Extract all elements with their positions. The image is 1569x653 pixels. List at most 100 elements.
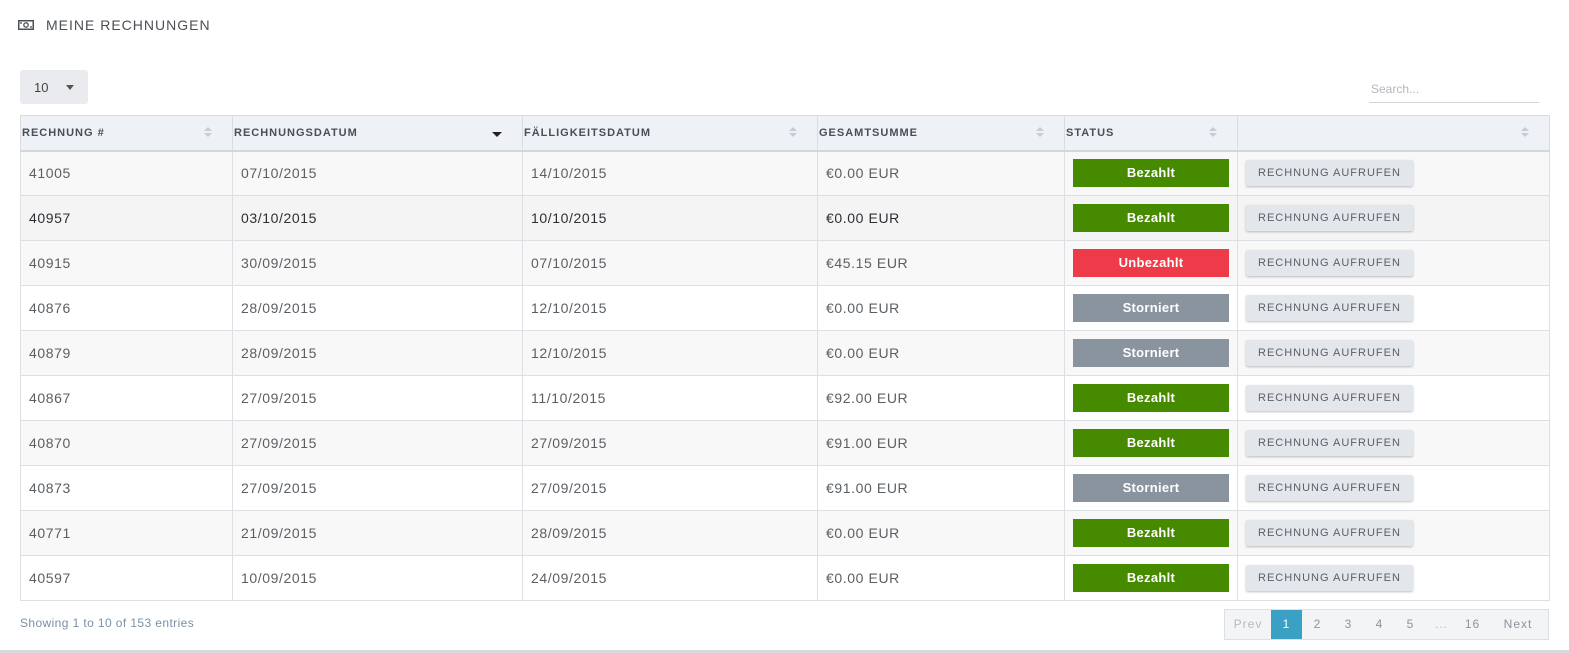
due-date: 12/10/2015 [531, 345, 608, 361]
view-invoice-button[interactable]: RECHNUNG AUFRUFEN [1246, 250, 1413, 276]
pagination-page[interactable]: 16 [1457, 610, 1488, 639]
action-cell: RECHNUNG AUFRUFEN [1237, 510, 1550, 556]
invoice-total: €91.00 EUR [826, 435, 909, 451]
sort-icon [1036, 127, 1044, 139]
view-invoice-button[interactable]: RECHNUNG AUFRUFEN [1246, 385, 1413, 411]
status-badge: Bezahlt [1073, 204, 1229, 232]
status-cell: Unbezahlt [1064, 240, 1238, 286]
invoice-number: 40867 [29, 390, 71, 406]
page-length-select[interactable]: 10 [20, 70, 88, 104]
invoice-date: 28/09/2015 [241, 345, 318, 361]
column-label: STATUS [1066, 126, 1115, 139]
view-invoice-button[interactable]: RECHNUNG AUFRUFEN [1246, 520, 1413, 546]
invoice-number-cell: 40957 [20, 195, 233, 241]
invoice-date-cell: 07/10/2015 [232, 150, 523, 196]
view-invoice-button[interactable]: RECHNUNG AUFRUFEN [1246, 340, 1413, 366]
column-label: RECHNUNGSDATUM [234, 126, 358, 139]
status-badge: Bezahlt [1073, 429, 1229, 457]
pagination-page[interactable]: 4 [1364, 610, 1395, 639]
invoice-number: 40957 [29, 210, 71, 226]
view-invoice-button[interactable]: RECHNUNG AUFRUFEN [1246, 430, 1413, 456]
table-row: 40873 27/09/2015 27/09/2015 €91.00 EUR Storn… [20, 465, 1550, 511]
status-badge: Storniert [1073, 339, 1229, 367]
due-date-cell: 27/09/2015 [522, 420, 818, 466]
pagination-page[interactable]: 1 [1271, 610, 1302, 639]
due-date-cell: 12/10/2015 [522, 330, 818, 376]
search-input[interactable] [1369, 77, 1539, 101]
invoice-date: 07/10/2015 [241, 165, 318, 182]
column-header-invoice-date[interactable]: RECHNUNGSDATUM [232, 115, 523, 152]
column-header-invoice-number[interactable]: RECHNUNG # [20, 115, 233, 152]
view-invoice-button[interactable]: RECHNUNG AUFRUFEN [1246, 160, 1413, 187]
action-cell: RECHNUNG AUFRUFEN [1237, 420, 1550, 466]
invoice-date: 30/09/2015 [241, 255, 318, 271]
invoice-date-cell: 10/09/2015 [232, 555, 523, 601]
action-cell: RECHNUNG AUFRUFEN [1237, 240, 1550, 286]
table-row: 40867 27/09/2015 11/10/2015 €92.00 EUR Bezah… [20, 375, 1550, 421]
status-badge: Bezahlt [1073, 564, 1229, 592]
invoice-date: 28/09/2015 [241, 300, 318, 316]
invoice-total: €0.00 EUR [826, 570, 900, 586]
column-header-due-date[interactable]: FÄLLIGKEITSDATUM [522, 115, 818, 152]
action-cell: RECHNUNG AUFRUFEN [1237, 555, 1550, 601]
total-cell: €45.15 EUR [817, 240, 1065, 286]
view-invoice-button[interactable]: RECHNUNG AUFRUFEN [1246, 205, 1413, 231]
action-cell: RECHNUNG AUFRUFEN [1237, 195, 1550, 241]
status-badge: Storniert [1073, 474, 1229, 502]
due-date: 10/10/2015 [531, 210, 608, 226]
invoices-table: RECHNUNG # RECHNUNGSDATUM FÄLLIGKEITSDAT… [20, 115, 1550, 601]
total-cell: €0.00 EUR [817, 195, 1065, 241]
invoice-number: 40771 [29, 525, 71, 541]
total-cell: €0.00 EUR [817, 150, 1065, 196]
search-box [1369, 77, 1539, 103]
invoice-date-cell: 30/09/2015 [232, 240, 523, 286]
status-cell: Bezahlt [1064, 555, 1238, 601]
pagination-prev[interactable]: Prev [1225, 610, 1271, 639]
invoice-total: €92.00 EUR [826, 390, 909, 406]
sort-icon [789, 127, 797, 139]
action-cell: RECHNUNG AUFRUFEN [1237, 465, 1550, 511]
table-row: 40957 03/10/2015 10/10/2015 €0.00 EUR Bezahl… [20, 195, 1550, 241]
pagination-page[interactable]: 5 [1395, 610, 1426, 639]
total-cell: €0.00 EUR [817, 285, 1065, 331]
invoice-date: 27/09/2015 [241, 435, 318, 451]
pagination-page[interactable]: 3 [1333, 610, 1364, 639]
table-row: 40597 10/09/2015 24/09/2015 €0.00 EUR Bezahl… [20, 555, 1550, 601]
invoice-number: 40876 [29, 300, 71, 316]
pagination-page[interactable]: 2 [1302, 610, 1333, 639]
status-badge: Unbezahlt [1073, 249, 1229, 277]
column-header-status[interactable]: STATUS [1064, 115, 1238, 152]
due-date: 28/09/2015 [531, 525, 608, 541]
sort-icon [204, 127, 212, 139]
column-label: GESAMTSUMME [819, 126, 918, 139]
due-date: 24/09/2015 [531, 570, 608, 586]
invoice-number: 40597 [29, 570, 71, 586]
view-invoice-button[interactable]: RECHNUNG AUFRUFEN [1246, 475, 1413, 501]
view-invoice-button[interactable]: RECHNUNG AUFRUFEN [1246, 295, 1413, 321]
invoice-total: €0.00 EUR [826, 345, 900, 361]
due-date: 27/09/2015 [531, 480, 608, 496]
due-date-cell: 14/10/2015 [522, 150, 818, 196]
view-invoice-button[interactable]: RECHNUNG AUFRUFEN [1246, 565, 1413, 591]
status-badge: Bezahlt [1073, 384, 1229, 412]
status-cell: Storniert [1064, 285, 1238, 331]
due-date: 07/10/2015 [531, 255, 608, 271]
pagination-next[interactable]: Next [1488, 610, 1548, 639]
invoice-number-cell: 40876 [20, 285, 233, 331]
total-cell: €0.00 EUR [817, 555, 1065, 601]
invoice-number-cell: 40771 [20, 510, 233, 556]
invoice-date-cell: 03/10/2015 [232, 195, 523, 241]
column-header-total[interactable]: GESAMTSUMME [817, 115, 1065, 152]
total-cell: €91.00 EUR [817, 420, 1065, 466]
column-header-actions[interactable] [1237, 115, 1550, 152]
page-title: MEINE RECHNUNGEN [46, 17, 211, 33]
invoice-number-cell: 40879 [20, 330, 233, 376]
action-cell: RECHNUNG AUFRUFEN [1237, 330, 1550, 376]
total-cell: €0.00 EUR [817, 510, 1065, 556]
status-cell: Bezahlt [1064, 420, 1238, 466]
invoice-date: 03/10/2015 [241, 210, 318, 226]
table-row: 40870 27/09/2015 27/09/2015 €91.00 EUR Bezah… [20, 420, 1550, 466]
invoice-number: 40915 [29, 255, 71, 271]
due-date-cell: 27/09/2015 [522, 465, 818, 511]
action-cell: RECHNUNG AUFRUFEN [1237, 375, 1550, 421]
